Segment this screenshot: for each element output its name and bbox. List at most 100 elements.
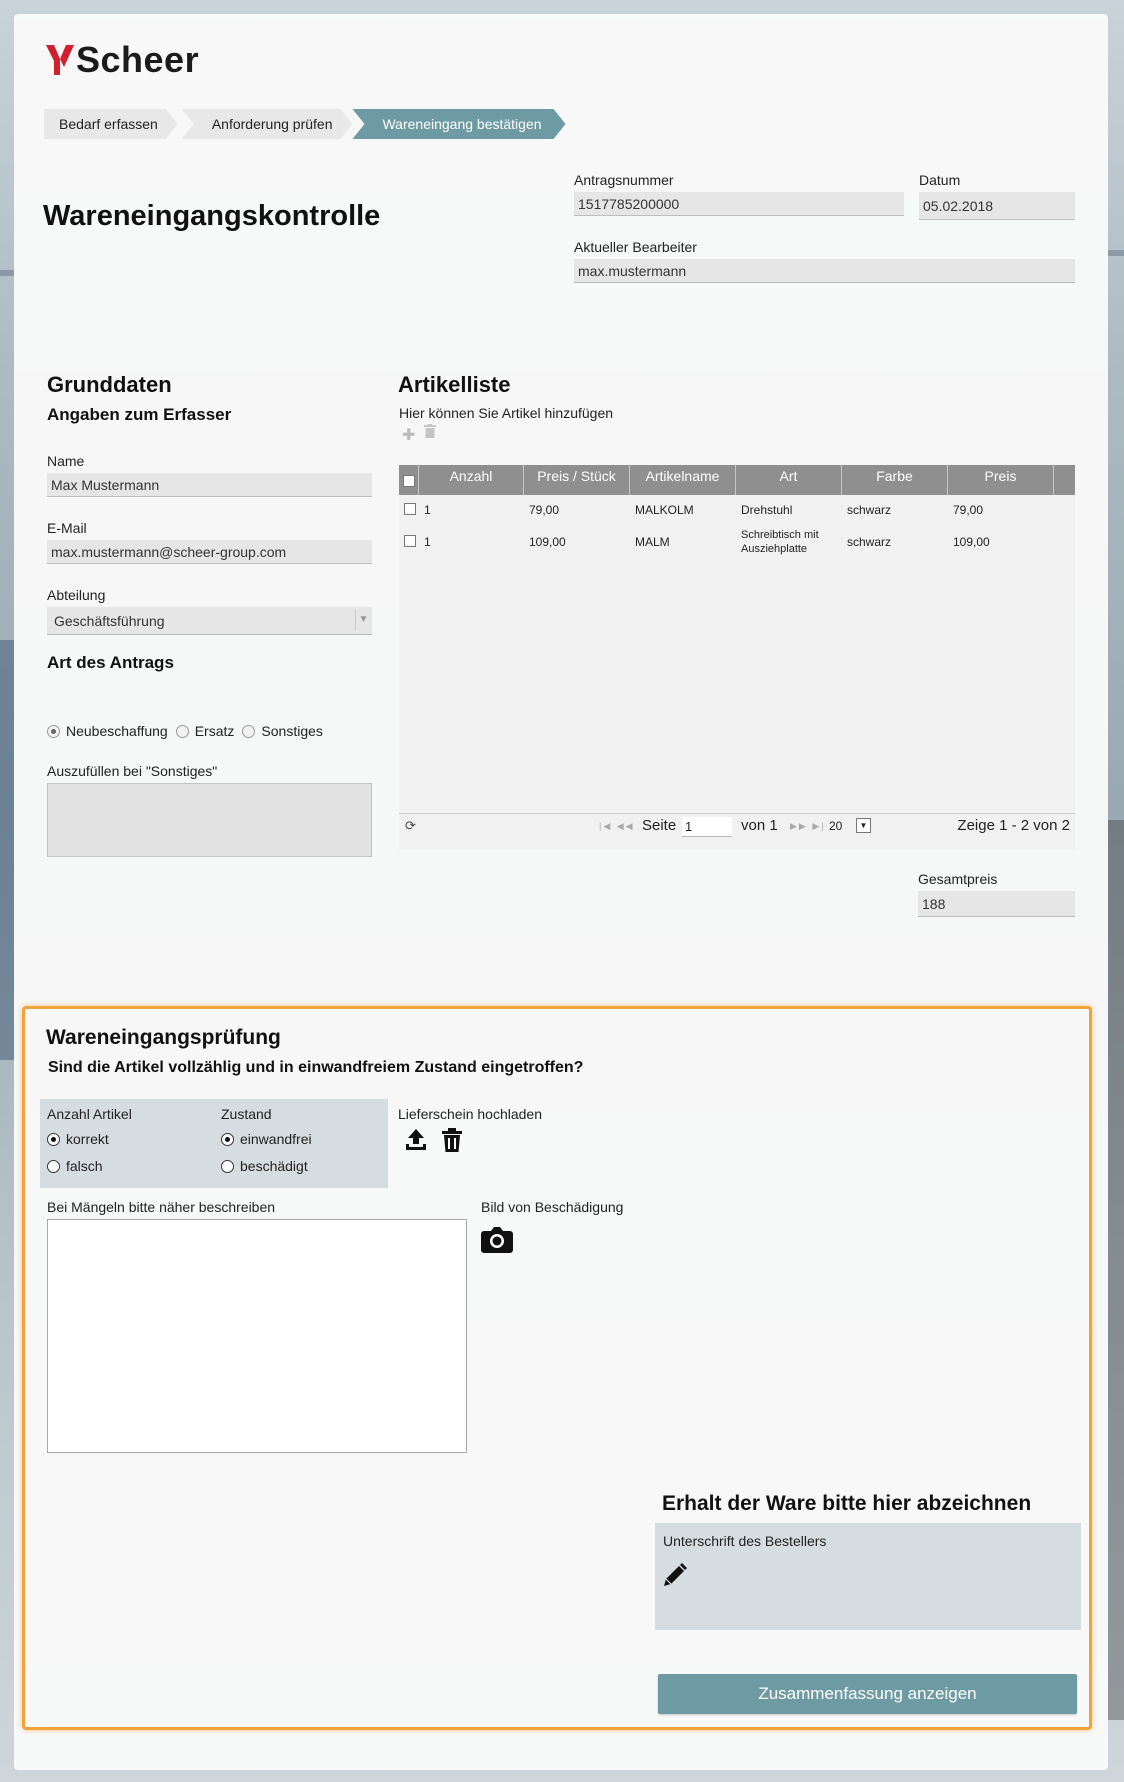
cell-preis: 109,00 <box>953 535 990 549</box>
grid-select-all[interactable] <box>399 465 419 495</box>
cell-farbe: schwarz <box>847 535 892 549</box>
table-row[interactable]: 1 79,00 MALKOLM Drehstuhl schwarz 79,00 <box>399 499 1075 521</box>
bearbeiter-label: Aktueller Bearbeiter <box>574 239 697 255</box>
trash-icon[interactable] <box>424 424 436 438</box>
radio-ersatz[interactable] <box>175 724 189 738</box>
antragsnummer-label: Antragsnummer <box>574 172 674 188</box>
radio-sonstiges-label: Sonstiges <box>261 723 323 739</box>
table-row[interactable]: 1 109,00 MALM Schreibtisch mit Ausziehpl… <box>399 525 1075 559</box>
page-size-value[interactable]: 20 <box>829 819 842 833</box>
col-preis-stueck[interactable]: Preis / Stück <box>524 465 630 495</box>
cell-anzahl: 1 <box>424 503 431 517</box>
maengel-label: Bei Mängeln bitte näher beschreiben <box>47 1199 276 1215</box>
cell-art: Drehstuhl <box>741 503 793 517</box>
first-prev-page-icons[interactable]: |◀ ◀◀ <box>599 821 635 832</box>
breadcrumb-step-bedarf[interactable]: Bedarf erfassen <box>44 109 178 139</box>
breadcrumb-step-anforderung[interactable]: Anforderung prüfen <box>182 109 353 139</box>
col-farbe[interactable]: Farbe <box>842 465 948 495</box>
camera-icon[interactable] <box>481 1225 513 1253</box>
cell-art-line: Schreibtisch mit <box>741 529 819 541</box>
cell-farbe: schwarz <box>847 503 892 517</box>
abteilung-label: Abteilung <box>47 587 106 603</box>
page-input[interactable]: 1 <box>682 817 732 837</box>
breadcrumb-step-wareneingang[interactable]: Wareneingang bestätigen <box>352 109 565 139</box>
cell-preis-stueck: 79,00 <box>529 503 560 517</box>
radio-zustand-einwandfrei[interactable] <box>221 1132 234 1146</box>
scheer-logo: Scheer <box>46 39 200 80</box>
cell-art-line: Ausziehplatte <box>741 543 808 555</box>
next-last-page-icons[interactable]: ▶▶ ▶| <box>790 821 826 832</box>
anzahl-artikel-label: Anzahl Artikel <box>47 1106 132 1122</box>
radio-anzahl-korrekt-label: korrekt <box>66 1131 109 1147</box>
von-label: von 1 <box>741 817 778 834</box>
erfasser-subtitle: Angaben zum Erfasser <box>47 405 232 424</box>
sonstiges-label: Auszufüllen bei "Sonstiges" <box>47 763 218 779</box>
signature-label: Unterschrift des Bestellers <box>663 1533 827 1549</box>
grid-header: Anzahl Preis / Stück Artikelname Art Far… <box>399 465 1075 495</box>
radio-neubeschaffung-label: Neubeschaffung <box>66 723 168 739</box>
cell-artikelname: MALM <box>635 535 670 549</box>
radio-zustand-einwandfrei-label: einwandfrei <box>240 1131 312 1147</box>
abteilung-value: Geschäftsführung <box>54 613 165 629</box>
wareneingangspruefung-section: Wareneingangsprüfung Sind die Artikel vo… <box>22 1006 1092 1730</box>
artikel-grid: Anzahl Preis / Stück Artikelname Art Far… <box>399 465 1075 850</box>
col-art[interactable]: Art <box>736 465 842 495</box>
page-title: Wareneingangskontrolle <box>43 200 381 232</box>
pencil-icon[interactable] <box>663 1563 687 1587</box>
grunddaten-title: Grunddaten <box>47 372 172 397</box>
bearbeiter-field: max.mustermann <box>574 259 1075 283</box>
main-card: Scheer Bedarf erfassen Anforderung prüfe… <box>14 14 1108 1770</box>
cell-art: Schreibtisch mit Ausziehplatte <box>736 528 842 556</box>
zusammenfassung-button[interactable]: Zusammenfassung anzeigen <box>658 1674 1077 1714</box>
lieferschein-label: Lieferschein hochladen <box>398 1106 542 1122</box>
radio-anzahl-falsch-label: falsch <box>66 1158 103 1174</box>
abteilung-select[interactable]: Geschäftsführung ▼ <box>47 607 372 635</box>
upload-icon[interactable] <box>404 1128 428 1152</box>
radio-zustand-beschaedigt-label: beschädigt <box>240 1158 308 1174</box>
col-preis[interactable]: Preis <box>948 465 1054 495</box>
seite-label: Seite <box>642 817 677 834</box>
bild-label: Bild von Beschädigung <box>481 1199 624 1215</box>
chevron-down-icon[interactable]: ▼ <box>355 609 371 631</box>
col-anzahl[interactable]: Anzahl <box>419 465 524 495</box>
col-artikelname[interactable]: Artikelname <box>630 465 736 495</box>
email-label: E-Mail <box>47 520 87 536</box>
radio-anzahl-korrekt[interactable] <box>47 1132 60 1146</box>
email-field: max.mustermann@scheer-group.com <box>47 540 372 564</box>
radio-sonstiges[interactable] <box>242 724 256 738</box>
name-label: Name <box>47 453 85 469</box>
radio-neubeschaffung[interactable] <box>47 724 60 738</box>
radio-ersatz-label: Ersatz <box>194 723 235 739</box>
cell-preis-stueck: 109,00 <box>529 535 566 549</box>
add-icon[interactable]: ✚ <box>402 425 415 445</box>
cell-anzahl: 1 <box>424 535 431 549</box>
datum-label: Datum <box>919 172 961 188</box>
gesamtpreis-label: Gesamtpreis <box>918 871 998 887</box>
refresh-icon[interactable]: ⟳ <box>405 818 416 834</box>
signature-title: Erhalt der Ware bitte hier abzeichnen <box>662 1492 1032 1515</box>
chevron-down-icon[interactable]: ▼ <box>856 818 871 833</box>
process-breadcrumb: Bedarf erfassen Anforderung prüfen Waren… <box>44 109 570 139</box>
maengel-textarea[interactable] <box>47 1219 467 1453</box>
wareneingang-question: Sind die Artikel vollzählig und in einwa… <box>48 1059 584 1076</box>
scheer-logo-icon <box>46 45 74 75</box>
pruefung-panel: Anzahl Artikel korrekt falsch Zustand ei… <box>40 1099 388 1188</box>
logo-text: Scheer <box>76 39 200 80</box>
row-checkbox[interactable] <box>404 502 416 515</box>
grid-pager: ⟳ |◀ ◀◀ Seite 1 von 1 ▶▶ ▶| 20 ▼ Zeige 1… <box>399 813 1075 839</box>
art-radio-group: Neubeschaffung Ersatz Sonstiges <box>47 723 323 739</box>
pager-summary: Zeige 1 - 2 von 2 <box>957 817 1070 834</box>
name-field: Max Mustermann <box>47 473 372 497</box>
sonstiges-textarea[interactable] <box>47 783 372 857</box>
datum-field: 05.02.2018 <box>919 192 1075 220</box>
cell-preis: 79,00 <box>953 503 984 517</box>
select-all-checkbox[interactable] <box>403 475 415 487</box>
radio-anzahl-falsch[interactable] <box>47 1159 60 1173</box>
radio-zustand-beschaedigt[interactable] <box>221 1159 234 1173</box>
wareneingang-title: Wareneingangsprüfung <box>46 1026 281 1049</box>
artikelliste-title: Artikelliste <box>398 372 511 397</box>
trash-icon[interactable] <box>442 1128 462 1152</box>
art-des-antrags-title: Art des Antrags <box>47 653 174 672</box>
signature-panel[interactable]: Unterschrift des Bestellers <box>655 1523 1081 1630</box>
row-checkbox[interactable] <box>404 534 416 547</box>
